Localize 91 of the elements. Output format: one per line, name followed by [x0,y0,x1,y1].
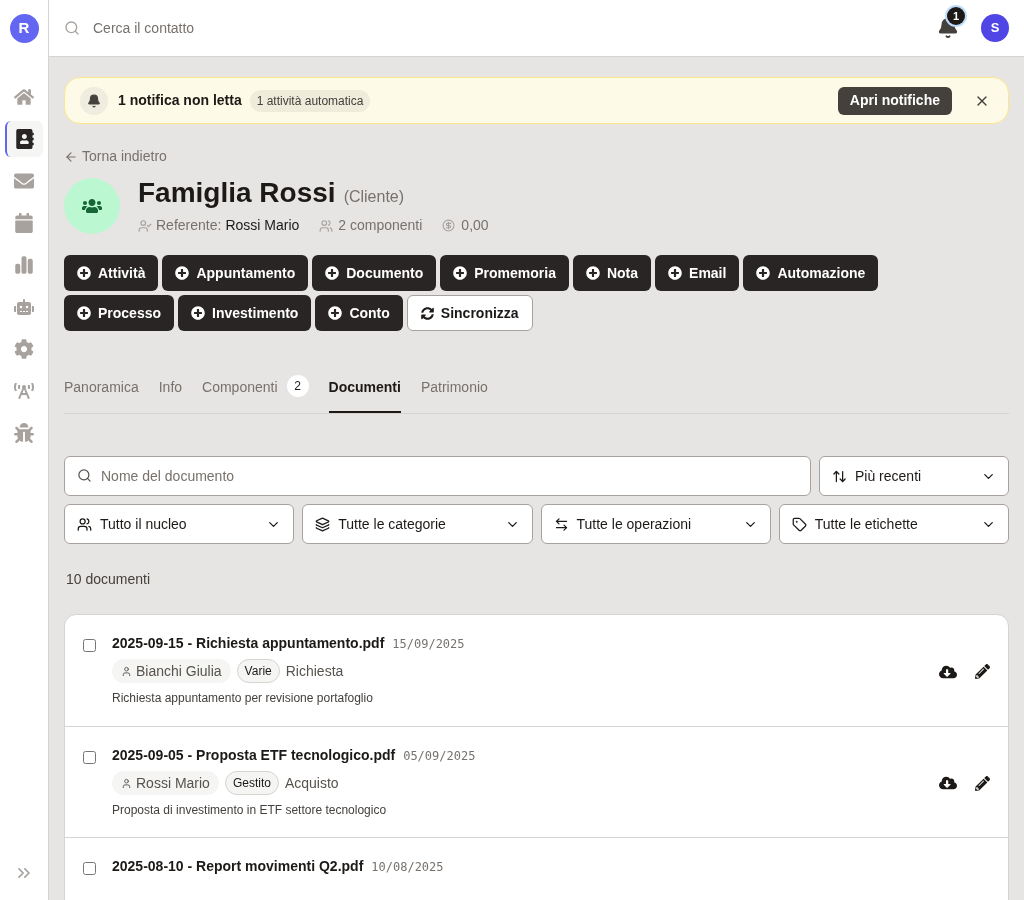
sidebar-item[interactable] [5,121,43,157]
document-search-field[interactable]: Nome del documento [64,456,811,496]
category-tag: Varie [236,659,280,683]
balance-icon [442,219,456,232]
referent-label: Referente: [156,216,222,235]
banner-badge: 1 attività automatica [249,89,371,112]
filter-select[interactable]: Tutte le categorie [302,504,533,544]
add-action-button[interactable]: Appuntamento [162,255,309,291]
antenna-icon [14,381,34,401]
document-description: Richiesta appuntamento per revisione portafoglio [112,690,373,707]
search-icon [77,468,92,483]
document-title[interactable]: 2025-09-15 - Richiesta appuntamento.pdf [112,633,385,654]
document-title[interactable]: 2025-08-10 - Report movimenti Q2.pdf [112,856,364,877]
person-icon [121,777,132,789]
referent-icon [138,218,152,233]
filter-select[interactable]: Tutte le etichette [778,504,1009,544]
plus-icon [756,266,771,280]
document-date: 15/09/2025 [392,636,465,653]
logo[interactable]: R [9,14,39,43]
robot-icon [14,297,34,317]
filter-select[interactable]: Tutte le operazioni [540,504,771,544]
document-description: Proposta di investimento in ETF settore tecnologico [112,802,387,819]
download-icon[interactable] [939,774,957,792]
document-date: 10/08/2025 [371,859,444,876]
bug-icon [14,423,34,443]
document-title[interactable]: 2025-09-05 - Proposta ETF tecnologico.pdf [112,745,396,766]
sort-select[interactable]: Più recenti [819,456,1009,496]
add-action-button[interactable]: Nota [572,255,652,291]
plus-icon [585,266,600,280]
edit-icon[interactable] [975,664,990,679]
calendar-icon [14,213,34,233]
settings-icon [14,339,34,359]
tab[interactable]: Info [158,377,183,413]
add-action-button[interactable]: Processo [64,295,175,331]
person-icon [121,665,132,677]
filter-select[interactable]: Tutto il nucleo [64,504,295,544]
plus-icon [77,306,91,320]
plus-icon [191,306,206,320]
add-action-button[interactable]: Attività [64,255,159,291]
members-icon [319,218,334,233]
add-action-button[interactable]: Email [655,255,740,291]
sync-icon [420,306,434,320]
referent-name: Rossi Mario [225,216,300,235]
row-checkbox[interactable] [83,862,96,875]
tab-count: 2 [286,375,309,397]
sync-button[interactable]: Sincronizza [406,295,533,331]
contact-type: (Cliente) [343,187,405,207]
tab[interactable]: Patrimonio [420,377,488,413]
home-icon [14,87,34,107]
tab[interactable]: Documenti [328,377,401,413]
edit-icon[interactable] [975,775,990,791]
category-tag: Gestito [224,771,279,795]
plus-icon [453,266,468,280]
owner-chip: Rossi Mario [112,771,219,795]
contacts-icon [15,129,35,149]
tab[interactable]: Componenti 2 [202,377,309,413]
add-action-button[interactable]: Documento [312,255,437,291]
search-icon [64,20,80,36]
add-action-button[interactable]: Conto [315,295,403,331]
sort-icon [832,468,847,484]
add-action-button[interactable]: Investimento [178,295,312,331]
operation-label: Richiesta [285,661,344,681]
banner-title: 1 notifica non letta [118,91,242,110]
operation-label: Acquisto [284,773,339,793]
add-action-button[interactable]: Promemoria [440,255,569,291]
members-count: 2 componenti [338,216,423,235]
document-count: 10 documenti [66,570,151,589]
notification-count: 1 [947,7,965,25]
plus-icon [175,266,190,280]
bell-icon [87,93,101,108]
back-link[interactable]: Torna indietro [64,146,167,167]
owner-chip: Bianchi Giulia [112,659,231,683]
contact-name: Famiglia Rossi [138,176,336,210]
open-notifications-button[interactable]: Apri notifiche [837,86,952,115]
tab[interactable]: Panoramica [64,377,139,413]
plus-icon [328,306,343,320]
balance: 0,00 [461,216,489,235]
bar-chart-icon [14,255,34,275]
layers-icon [315,516,331,532]
mail-icon [14,171,34,191]
add-action-button[interactable]: Automazione [743,255,879,291]
avatar[interactable]: S [981,14,1009,42]
swap-icon [553,516,569,532]
plus-icon [668,266,683,280]
plus-icon [325,266,340,280]
plus-icon [77,266,91,280]
row-checkbox[interactable] [83,639,96,652]
row-checkbox[interactable] [83,751,96,764]
users-icon [77,516,92,532]
document-date: 05/09/2025 [403,748,476,765]
tag-icon [791,516,807,532]
